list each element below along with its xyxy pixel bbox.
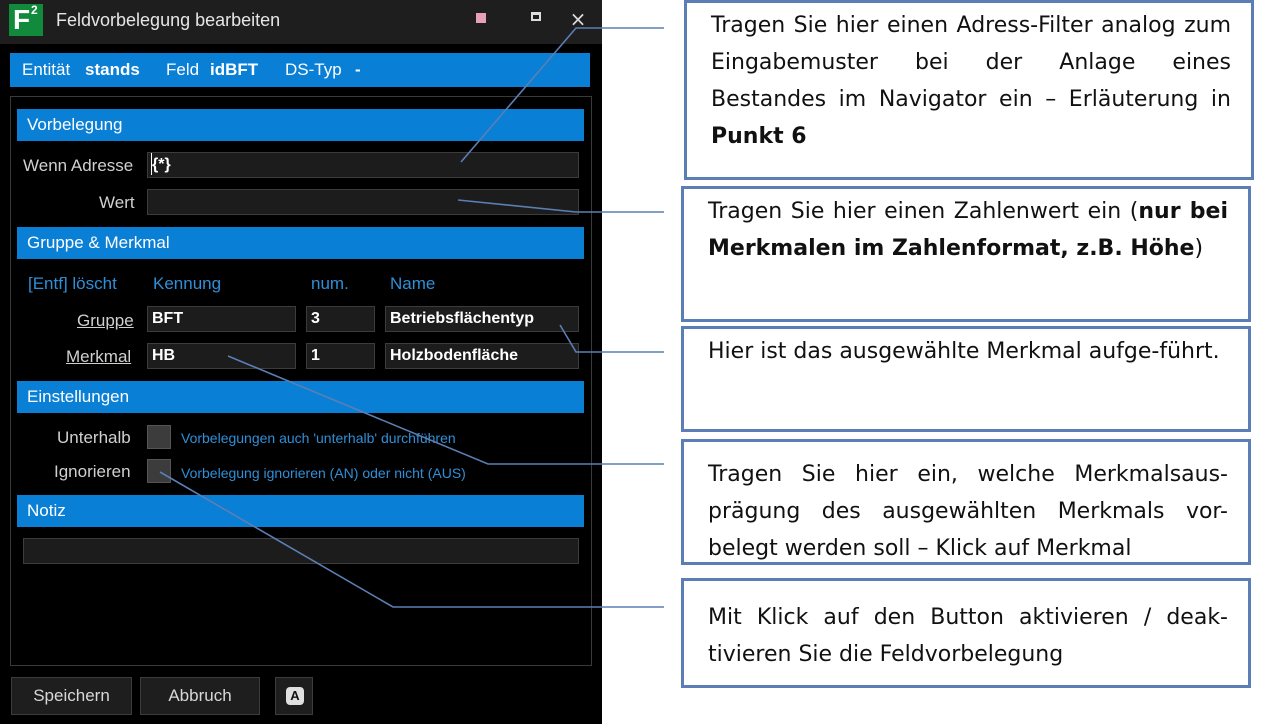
connector-lines <box>159 27 664 608</box>
line-auspraegung <box>227 355 664 465</box>
line-button <box>159 471 664 608</box>
line-value <box>457 199 664 213</box>
line-address <box>460 27 664 163</box>
line-merkmal <box>559 324 664 353</box>
